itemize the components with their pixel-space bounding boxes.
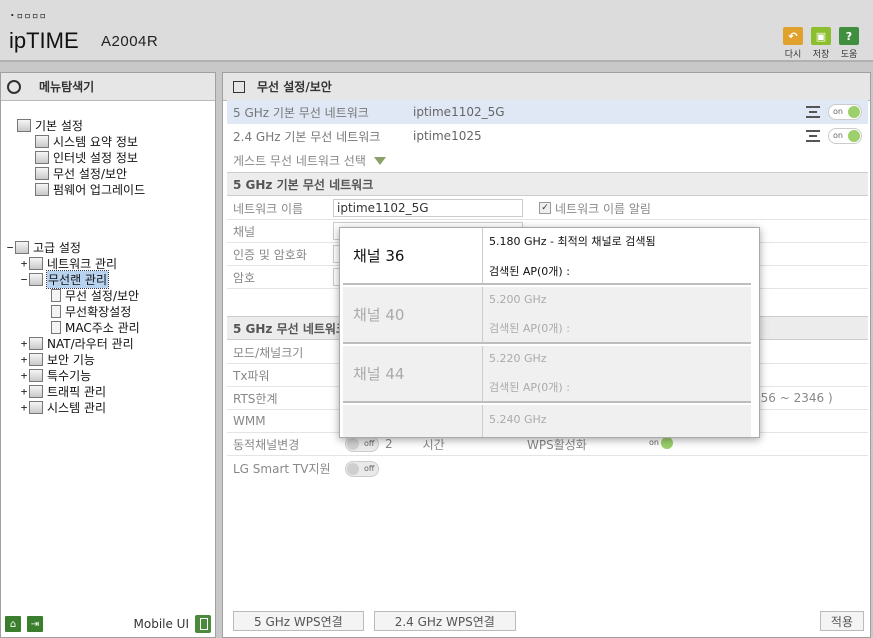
header-toolbar: ↶ 다시 ▣ 저장 ? 도움 — [783, 27, 859, 60]
row-lg-smart-tv: LG Smart TV지원 off — [227, 457, 868, 480]
mobile-ui-link[interactable]: Mobile UI — [134, 615, 211, 633]
tree-item-network[interactable]: + 네트워크 관리 — [19, 255, 117, 271]
phone-icon — [195, 615, 211, 633]
channel-option[interactable]: 채널 36 5.180 GHz - 최적의 채널로 검색됨 검색된 AP(0개)… — [343, 228, 751, 285]
section-header-basic: 5 GHz 기본 무선 네트워크 — [227, 172, 868, 196]
tree-item-security[interactable]: + 보안 기능 — [19, 351, 95, 367]
monitor-icon — [35, 150, 49, 164]
traffic-icon — [29, 384, 43, 398]
apply-button[interactable]: 적용 — [819, 611, 864, 631]
channel-option[interactable]: 채널 48 5.240 GHz — [343, 405, 751, 437]
tree-item-wireless-lan[interactable]: − 무선랜 관리 — [19, 269, 110, 289]
header: ·▫▫▫▫ ipTIME A2004R ↶ 다시 ▣ 저장 ? 도움 — [0, 0, 873, 62]
wifi-icon — [35, 166, 49, 180]
page-icon — [51, 320, 61, 334]
chart-icon — [29, 400, 43, 414]
upgrade-icon — [35, 182, 49, 196]
channel-option[interactable]: 채널 44 5.220 GHz 검색된 AP(0개) : — [343, 346, 751, 403]
wps-24ghz-button[interactable]: 2.4 GHz WPS연결 — [373, 611, 516, 631]
tree-item-special[interactable]: + 특수기능 — [19, 367, 91, 383]
page-icon — [51, 288, 61, 302]
tree-item-wireless-security[interactable]: 무선 설정/보안 — [51, 287, 139, 303]
tree-item-internet-info[interactable]: 인터넷 설정 정보 — [35, 149, 138, 165]
network-icon — [29, 256, 43, 270]
filter-icon[interactable] — [806, 130, 820, 142]
brand-logo: ipTIME — [9, 28, 79, 53]
dynamic-channel-toggle[interactable]: off — [345, 436, 379, 452]
tree-basic-settings[interactable]: 기본 설정 — [17, 117, 83, 133]
undo-icon: ↶ — [783, 27, 803, 45]
special-icon — [29, 368, 43, 382]
chart-icon — [35, 134, 49, 148]
save-button[interactable]: ▣ 저장 — [811, 27, 831, 60]
lock-icon — [29, 352, 43, 366]
wifi-icon — [29, 272, 43, 286]
tree-item-wireless[interactable]: 무선 설정/보안 — [35, 165, 127, 181]
page-title-bar: 무선 설정/보안 — [223, 73, 870, 101]
lg-tv-toggle[interactable]: off — [345, 460, 379, 477]
page-icon — [51, 304, 61, 318]
guest-network-select[interactable]: 게스트 무선 네트워크 선택 — [233, 152, 386, 169]
sidebar-footer: ⌂ ⇥ Mobile UI — [1, 611, 215, 637]
tree-item-nat[interactable]: + NAT/라우터 관리 — [19, 335, 134, 351]
tree-advanced-settings[interactable]: − 고급 설정 — [5, 239, 81, 255]
network-name-field[interactable]: iptime1102_5G — [333, 199, 523, 217]
brand-dots: ·▫▫▫▫ — [9, 9, 48, 22]
network-row-24ghz[interactable]: 2.4 GHz 기본 무선 네트워크 iptime1025 on — [227, 124, 868, 148]
menu-explorer-header: 메뉴탐색기 — [1, 73, 215, 101]
tree-item-system[interactable]: + 시스템 관리 — [19, 399, 106, 415]
network-toggle[interactable]: on — [828, 104, 862, 120]
home-icon[interactable]: ⌂ — [5, 616, 21, 632]
wps-buttons: 5 GHz WPS연결 2.4 GHz WPS연결 — [233, 611, 516, 631]
tree-item-firmware[interactable]: 펌웨어 업그레이드 — [35, 181, 145, 197]
page-title: 무선 설정/보안 — [257, 80, 332, 94]
tree-item-wireless-extension[interactable]: 무선확장설정 — [51, 303, 131, 319]
save-icon: ▣ — [811, 27, 831, 45]
broadcast-checkbox[interactable]: ✓ 네트워크 이름 알림 — [539, 200, 651, 217]
tree-item-traffic[interactable]: + 트래픽 관리 — [19, 383, 106, 399]
search-icon — [7, 79, 21, 94]
folder-icon — [17, 118, 31, 132]
router-icon — [29, 336, 43, 350]
model-name: A2004R — [101, 33, 159, 50]
wps-toggle[interactable]: on — [645, 436, 679, 452]
page-icon — [233, 80, 245, 93]
logout-icon[interactable]: ⇥ — [27, 616, 43, 632]
check-icon: ✓ — [539, 202, 551, 214]
row-network-name: 네트워크 이름 iptime1102_5G ✓ 네트워크 이름 알림 — [227, 197, 868, 220]
chevron-down-icon — [373, 156, 386, 165]
wps-5ghz-button[interactable]: 5 GHz WPS연결 — [233, 611, 364, 631]
tree-item-mac-address[interactable]: MAC주소 관리 — [51, 319, 140, 335]
folder-icon — [15, 240, 29, 254]
network-toggle[interactable]: on — [828, 128, 862, 144]
filter-icon[interactable] — [806, 106, 820, 118]
menu-explorer: 메뉴탐색기 기본 설정 시스템 요약 정보 인터넷 설정 정보 무선 설정/보안… — [0, 72, 216, 638]
network-row-5ghz[interactable]: 5 GHz 기본 무선 네트워크 iptime1102_5G on — [227, 100, 868, 124]
help-button[interactable]: ? 도움 — [839, 27, 859, 60]
help-icon: ? — [839, 27, 859, 45]
channel-option[interactable]: 채널 40 5.200 GHz 검색된 AP(0개) : — [343, 287, 751, 344]
undo-button[interactable]: ↶ 다시 — [783, 27, 803, 60]
tree-item-system-summary[interactable]: 시스템 요약 정보 — [35, 133, 138, 149]
channel-dropdown: 채널 36 5.180 GHz - 최적의 채널로 검색됨 검색된 AP(0개)… — [339, 227, 760, 438]
